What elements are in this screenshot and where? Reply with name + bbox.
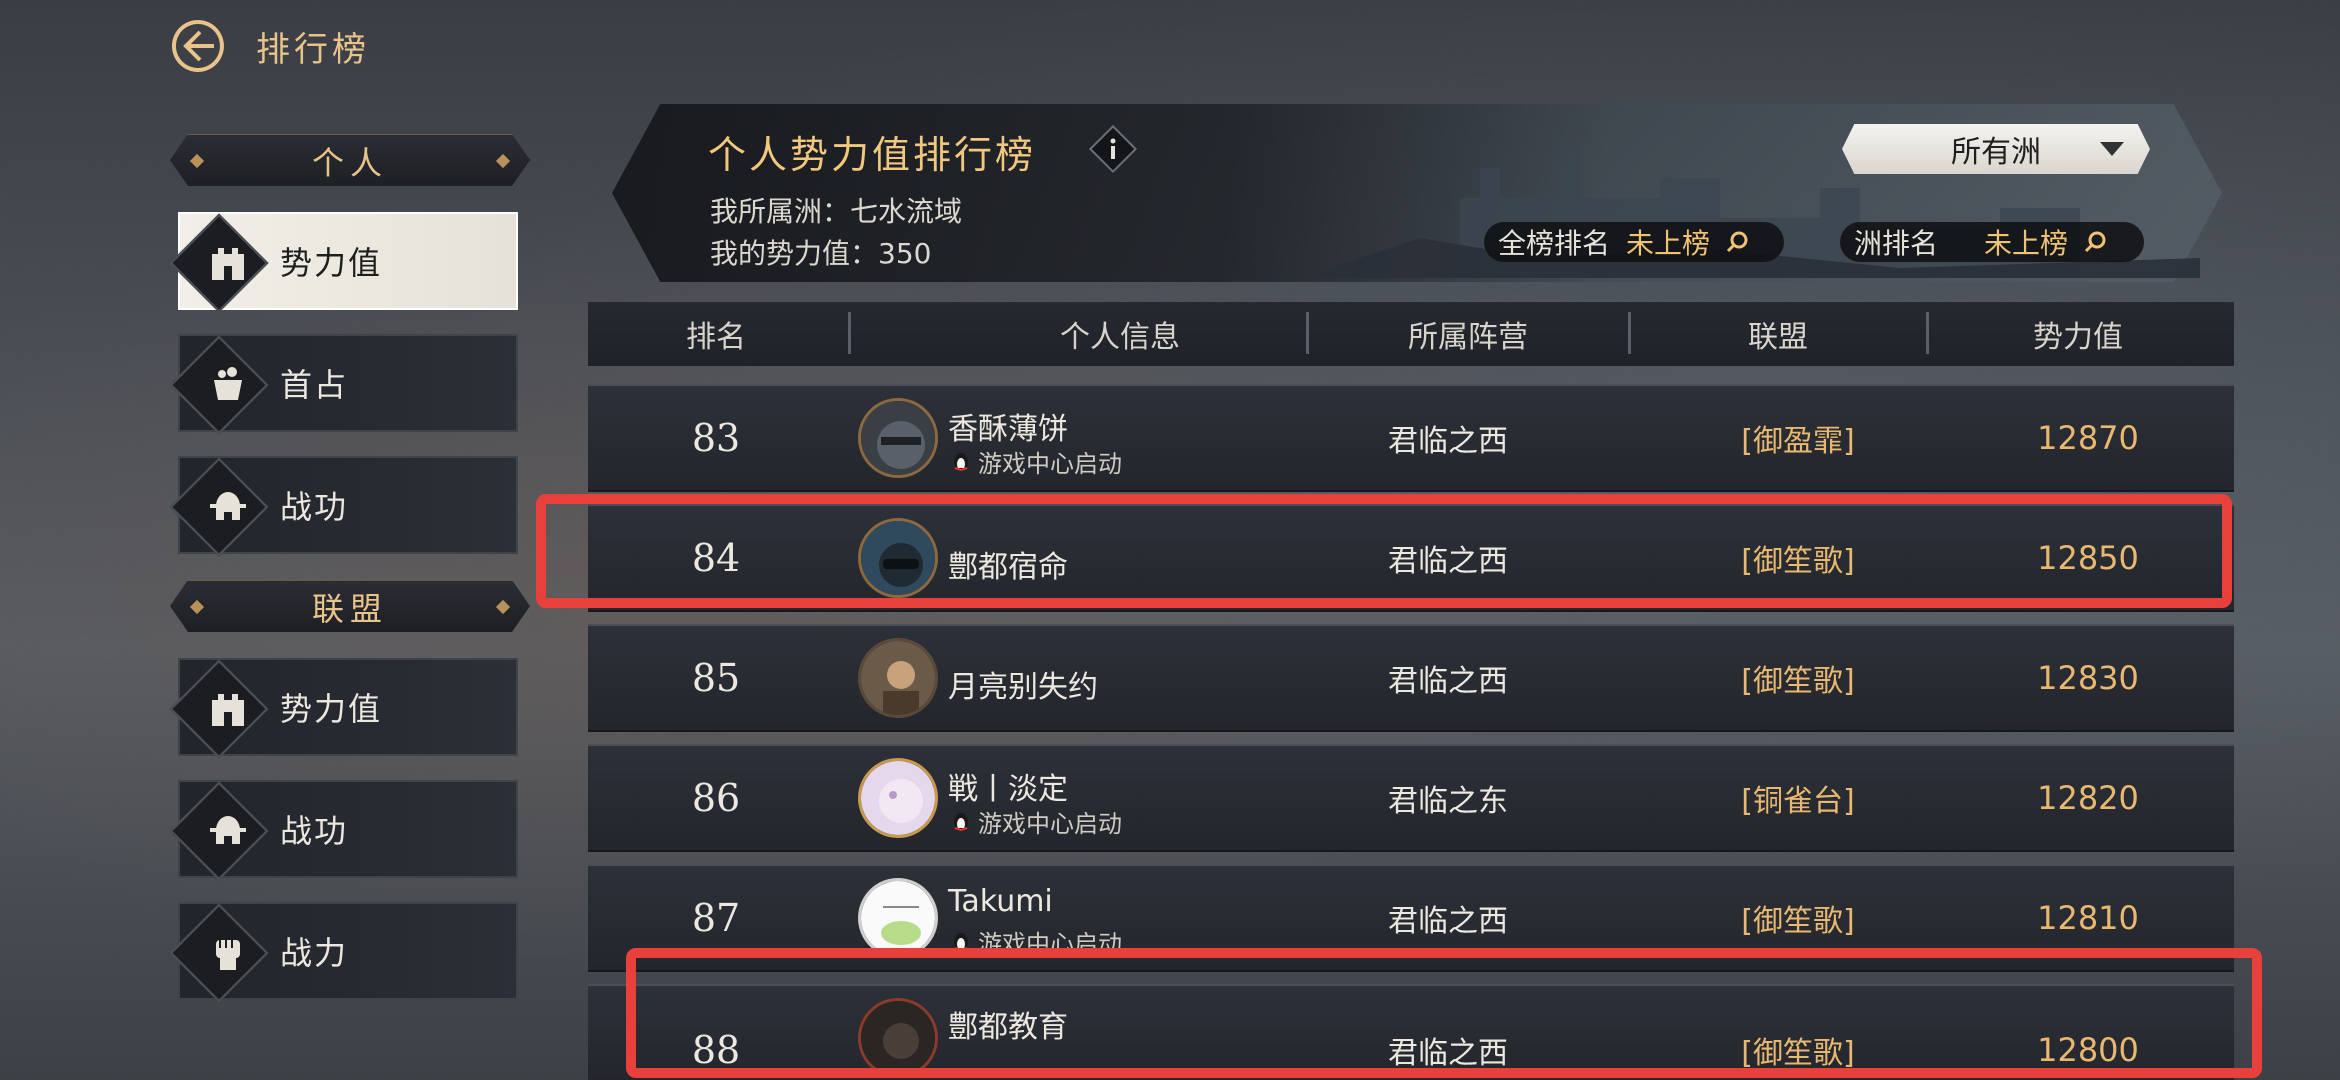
highlight-box xyxy=(626,948,2262,1078)
section-header-personal: 个人 xyxy=(170,134,530,186)
region-rank-search[interactable]: 洲排名 未上榜 xyxy=(1840,222,2144,262)
header-camp: 所属阵营 xyxy=(1408,320,1528,355)
section-header-alliance: 联盟 xyxy=(170,580,530,632)
player-name: 戦丨淡定 xyxy=(948,772,1068,807)
highlight-box xyxy=(536,494,2232,608)
chevron-down-icon xyxy=(2100,142,2124,156)
info-button[interactable] xyxy=(1088,124,1138,174)
sidebar-item-alliance-merit[interactable]: 战功 xyxy=(169,780,518,881)
castle-icon xyxy=(198,680,258,736)
back-arrow-icon xyxy=(171,20,224,72)
player-name: 月亮别失约 xyxy=(948,670,1098,705)
region-rank-value: 未上榜 xyxy=(1984,227,2069,260)
helmet-icon xyxy=(198,802,258,858)
sidebar-item-label: 战功 xyxy=(280,488,349,526)
region-select[interactable]: 所有洲 xyxy=(1842,124,2150,174)
alliance-name[interactable]: [铜雀台] xyxy=(1638,746,1958,850)
sidebar-item-personal-merit[interactable]: 战功 xyxy=(169,456,518,557)
table-row[interactable]: 83 香酥薄饼 游戏中心启动 君临之西 [御盈霏] 12870 xyxy=(588,384,2234,492)
table-header: 排名 个人信息 所属阵营 联盟 势力值 xyxy=(588,302,2234,366)
castle-icon xyxy=(198,234,258,290)
sidebar-item-label: 战功 xyxy=(280,812,349,850)
my-region-text: 我所属洲：七水流域 xyxy=(710,195,963,228)
qq-penguin-icon xyxy=(954,452,968,471)
avatar[interactable] xyxy=(858,398,938,478)
sidebar-item-first-capture[interactable]: 首占 xyxy=(169,334,518,435)
rank-number: 86 xyxy=(691,776,741,820)
alliance-name[interactable]: [御盈霏] xyxy=(1638,386,1958,490)
avatar[interactable] xyxy=(858,638,938,718)
camp-name: 君临之东 xyxy=(1388,784,1508,819)
sidebar-item-label: 势力值 xyxy=(280,244,383,282)
region-select-value: 所有洲 xyxy=(1951,135,2041,170)
global-rank-search[interactable]: 全榜排名 未上榜 xyxy=(1484,222,1784,262)
section-label: 联盟 xyxy=(311,589,388,628)
sidebar-item-label: 首占 xyxy=(280,366,349,404)
player-name: Takumi xyxy=(948,884,1053,919)
sidebar-item-alliance-power[interactable]: 势力值 xyxy=(169,658,518,759)
table-row[interactable]: 85 月亮别失约 君临之西 [御笙歌] 12830 xyxy=(588,624,2234,732)
avatar[interactable] xyxy=(858,758,938,838)
section-label: 个人 xyxy=(311,143,388,182)
power-value: 12870 xyxy=(2037,419,2139,457)
sidebar-item-personal-power[interactable]: 势力值 xyxy=(169,212,518,313)
region-rank-label: 洲排名 xyxy=(1854,227,1939,260)
qq-penguin-icon xyxy=(954,812,968,831)
header-alliance: 联盟 xyxy=(1748,320,1808,355)
power-value: 12820 xyxy=(2037,779,2139,817)
sidebar-item-label: 势力值 xyxy=(280,690,383,728)
sidebar-item-alliance-strength[interactable]: 战力 xyxy=(169,902,518,1003)
page-title: 排行榜 xyxy=(256,30,370,70)
launch-source: 游戏中心启动 xyxy=(978,450,1122,478)
global-rank-value: 未上榜 xyxy=(1626,227,1711,260)
launch-source: 游戏中心启动 xyxy=(978,810,1122,838)
header-rank: 排名 xyxy=(686,320,746,355)
cauldron-icon xyxy=(198,356,258,412)
search-icon xyxy=(2084,231,2106,253)
player-name: 香酥薄饼 xyxy=(948,412,1068,447)
search-icon xyxy=(1726,231,1748,253)
alliance-name[interactable]: [御笙歌] xyxy=(1638,626,1958,730)
camp-name: 君临之西 xyxy=(1388,424,1508,459)
banner-title: 个人势力值排行榜 xyxy=(708,133,1037,177)
rank-number: 83 xyxy=(691,416,741,460)
sidebar-item-label: 战力 xyxy=(280,934,349,972)
helmet-icon xyxy=(198,478,258,534)
global-rank-label: 全榜排名 xyxy=(1498,227,1611,260)
table-row[interactable]: 86 戦丨淡定 游戏中心启动 君临之东 [铜雀台] 12820 xyxy=(588,744,2234,852)
rank-number: 85 xyxy=(691,656,741,700)
fist-icon xyxy=(198,924,258,980)
camp-name: 君临之西 xyxy=(1388,664,1508,699)
back-button[interactable] xyxy=(170,18,226,74)
header-power: 势力值 xyxy=(2033,320,2123,355)
power-value: 12830 xyxy=(2037,659,2139,697)
avatar[interactable] xyxy=(858,878,938,958)
my-power-text: 我的势力值：350 xyxy=(710,237,932,270)
info-icon xyxy=(1088,124,1138,174)
